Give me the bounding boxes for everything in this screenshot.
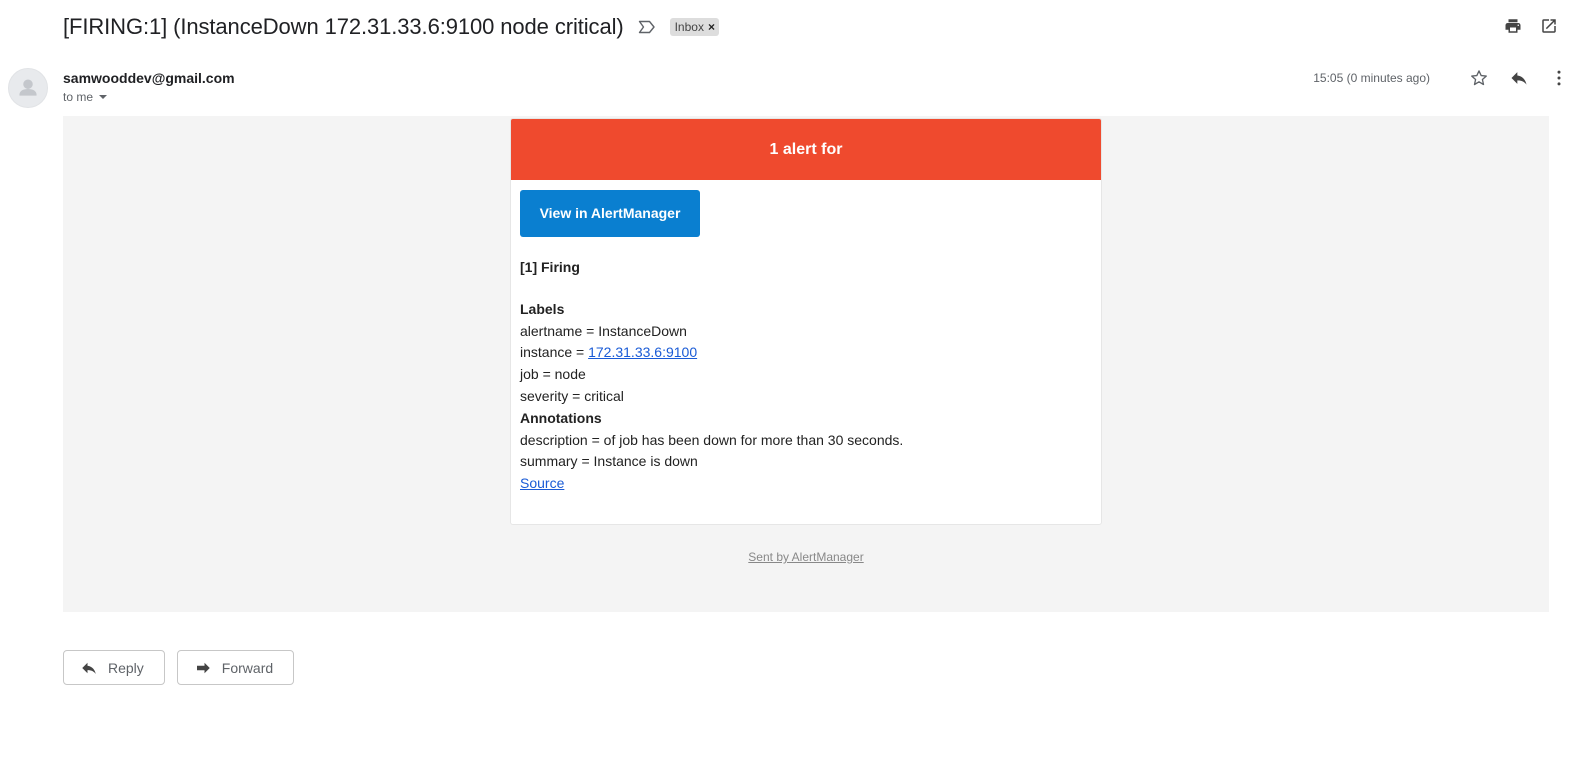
recipient-line: to me — [63, 90, 108, 104]
print-icon[interactable] — [1503, 16, 1523, 36]
label-line-job: job = node — [520, 366, 586, 383]
forward-button[interactable]: Forward — [176, 650, 295, 685]
message-timestamp: 15:05 (0 minutes ago) — [1313, 71, 1430, 85]
forward-label: Forward — [221, 659, 274, 676]
source-link[interactable]: Source — [520, 475, 564, 491]
reply-label: Reply — [108, 659, 144, 676]
top-actions — [1503, 16, 1559, 36]
label-line-instance: instance = 172.31.33.6:9100 — [520, 344, 698, 361]
default-person-icon — [19, 79, 37, 96]
label-line-severity: severity = critical — [520, 387, 624, 404]
reply-forward-row: Reply Forward — [63, 650, 295, 685]
annotation-description: description = of job has been down for m… — [520, 431, 904, 448]
reply-arrow-icon — [80, 659, 98, 677]
firing-title: [1] Firing — [520, 259, 580, 275]
remove-label-icon[interactable]: × — [708, 21, 715, 33]
label-chip-text: Inbox — [674, 20, 704, 34]
label-line-alertname: alertname = InstanceDown — [520, 322, 687, 339]
reply-icon[interactable] — [1509, 68, 1529, 88]
reply-button[interactable]: Reply — [63, 650, 165, 685]
star-icon[interactable] — [1469, 68, 1489, 88]
show-details-chevron-icon[interactable] — [99, 95, 108, 99]
importance-marker-icon[interactable] — [638, 18, 656, 36]
alert-card: 1 alert for View in AlertManager [1] Fir… — [510, 118, 1102, 525]
recipient-text: to me — [63, 90, 94, 104]
email-footer: Sent by AlertManager — [63, 550, 1549, 564]
email-subject: [FIRING:1] (InstanceDown 172.31.33.6:910… — [63, 14, 624, 39]
email-body-canvas: 1 alert for View in AlertManager [1] Fir… — [63, 116, 1549, 612]
more-options-icon[interactable] — [1549, 68, 1569, 88]
view-in-alertmanager-button[interactable]: View in AlertManager — [520, 190, 700, 237]
open-in-new-window-icon[interactable] — [1539, 16, 1559, 36]
subject-row: [FIRING:1] (InstanceDown 172.31.33.6:910… — [63, 8, 719, 46]
message-actions — [1469, 68, 1569, 88]
alert-content: View in AlertManager [1] Firing Labels a… — [511, 180, 1101, 495]
annotations-title: Annotations — [520, 409, 602, 426]
sender-email[interactable]: samwooddev@gmail.com — [63, 70, 235, 86]
annotation-summary: summary = Instance is down — [520, 453, 698, 470]
sent-by-alertmanager-link[interactable]: Sent by AlertManager — [748, 550, 863, 564]
alert-header: 1 alert for — [511, 119, 1101, 180]
sender-avatar[interactable] — [8, 68, 48, 108]
instance-link[interactable]: 172.31.33.6:9100 — [588, 344, 697, 360]
label-chip-inbox: Inbox × — [669, 18, 719, 36]
forward-arrow-icon — [194, 659, 212, 677]
labels-title: Labels — [520, 300, 565, 317]
